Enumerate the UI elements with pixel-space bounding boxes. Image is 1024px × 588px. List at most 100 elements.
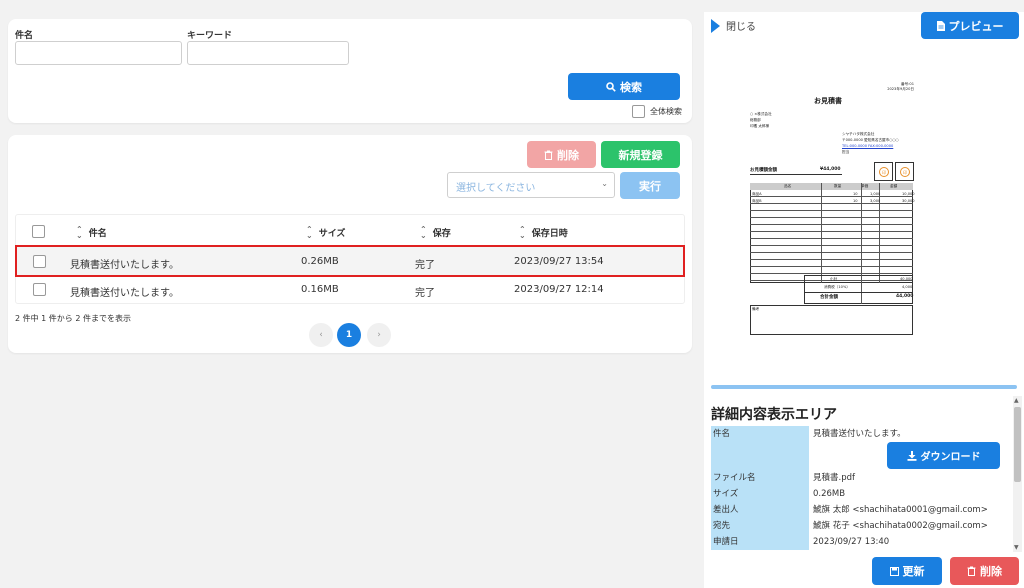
doc-total-label: お見積額金額	[750, 168, 777, 173]
document-preview: 番号:01 2023年9月20日 お見積書 ○ ×株式会社 総務部 印鑑 太郎様…	[732, 74, 922, 346]
save-icon	[889, 566, 899, 576]
doc-col-price: 単価	[861, 184, 869, 188]
table-row[interactable]: 見積書送付いたします。 0.16MB 完了 2023/09/27 12:14	[15, 278, 685, 304]
row-size: 0.16MB	[301, 284, 339, 295]
doc-tax-value: 4,000	[902, 285, 913, 289]
doc-col-amount: 金額	[890, 184, 898, 188]
row-checkbox[interactable]	[33, 255, 46, 268]
doc-grand-label: 合計金額	[820, 295, 838, 300]
row-datetime: 2023/09/27 13:54	[514, 256, 604, 267]
doc-col-item: 品名	[784, 184, 792, 188]
doc-client: ○ ×株式会社	[750, 112, 772, 116]
doc-table-rule	[750, 197, 913, 204]
delete-button-label: 削除	[557, 148, 579, 162]
header-size[interactable]: ⌃ ⌄ サイズ	[306, 224, 345, 240]
scroll-down-icon[interactable]: ▼	[1014, 544, 1019, 551]
new-button[interactable]: 新規登録	[601, 141, 680, 168]
action-select[interactable]: 選択してください ⌄	[447, 172, 615, 198]
search-panel: 件名 キーワード 検索 全体検索	[8, 19, 692, 123]
doc-table-rule	[750, 232, 913, 239]
doc-grand-rule	[804, 292, 913, 293]
detail-key: 件名	[711, 426, 809, 470]
doc-rep: 担当	[842, 150, 850, 154]
doc-company: シヤチハタ株式会社	[842, 132, 875, 136]
detail-value: 鯱旗 太郎 <shachihata0001@gmail.com>	[813, 505, 988, 515]
header-datetime[interactable]: ⌃ ⌄ 保存日時	[519, 224, 568, 240]
header-subject[interactable]: ⌃ ⌄ 件名	[76, 225, 107, 239]
detail-key: サイズ	[711, 486, 809, 502]
detail-scrollbar[interactable]: ▲ ▼	[1013, 396, 1022, 552]
doc-attention: 印鑑 太郎様	[750, 124, 770, 128]
header-status[interactable]: ⌃ ⌄ 保存	[420, 225, 451, 239]
select-all-checkbox[interactable]	[32, 225, 45, 238]
doc-subtotal-label: 小計	[830, 277, 838, 281]
doc-table-rule	[750, 190, 913, 197]
doc-grand-value: 44,000	[896, 294, 914, 299]
pagination-next[interactable]: ›	[367, 323, 391, 347]
doc-totals-divider	[861, 275, 862, 304]
sort-icon: ⌃ ⌄	[519, 224, 526, 240]
update-button-label: 更新	[902, 565, 925, 578]
doc-table-rule	[750, 211, 913, 218]
execute-button-label: 実行	[639, 179, 661, 193]
search-button-label: 検索	[620, 80, 642, 94]
preview-button[interactable]: プレビュー	[921, 12, 1019, 39]
detail-value: 0.26MB	[813, 489, 846, 499]
doc-table-rule	[750, 260, 913, 267]
detail-title: 詳細内容表示エリア	[711, 407, 837, 423]
detail-key: 申請日	[711, 534, 809, 550]
file-icon	[936, 20, 945, 31]
close-panel-button[interactable]: 閉じる	[711, 18, 756, 33]
detail-value: 鯱旗 花子 <shachihata0002@gmail.com>	[813, 521, 988, 531]
row-datetime: 2023/09/27 12:14	[514, 284, 604, 295]
doc-date: 2023年9月20日	[887, 87, 914, 91]
doc-table-rule	[750, 253, 913, 260]
table-row[interactable]: 見積書送付いたします。 0.26MB 完了 2023/09/27 13:54	[15, 245, 685, 277]
keyword-label: キーワード	[187, 31, 233, 41]
detail-row: サイズ 0.26MB	[711, 486, 1013, 502]
panel-delete-button-label: 削除	[980, 565, 1002, 578]
subject-input[interactable]	[15, 41, 182, 65]
detail-value: 見積書送付いたします。	[813, 429, 906, 439]
all-search-checkbox[interactable]	[632, 105, 645, 118]
download-icon	[907, 450, 916, 461]
sort-icon: ⌃ ⌄	[306, 224, 313, 240]
update-button[interactable]: 更新	[872, 557, 942, 585]
keyword-input[interactable]	[187, 41, 349, 65]
download-button-label: ダウンロード	[920, 452, 981, 463]
doc-remarks-label: 備考	[752, 307, 760, 311]
detail-row: 宛先 鯱旗 花子 <shachihata0002@gmail.com>	[711, 518, 1013, 534]
doc-table-rule	[750, 204, 913, 211]
trash-icon	[967, 566, 976, 576]
doc-subtotal-value: 40,000	[900, 277, 913, 281]
subject-label: 件名	[15, 31, 34, 41]
preview-button-label: プレビュー	[948, 19, 1004, 33]
action-select-placeholder: 選択してください	[456, 183, 536, 194]
trash-icon	[544, 150, 553, 160]
all-search-label: 全体検索	[650, 107, 682, 116]
doc-remarks-box	[750, 305, 913, 335]
detail-key: ファイル名	[711, 470, 809, 486]
doc-total-underline	[750, 174, 842, 175]
detail-row: 申請日 2023/09/27 13:40	[711, 534, 1013, 550]
execute-button[interactable]: 実行	[620, 172, 680, 199]
row-checkbox[interactable]	[33, 283, 46, 296]
new-button-label: 新規登録	[618, 148, 663, 162]
row-status: 完了	[415, 288, 435, 299]
delete-button[interactable]: 削除	[527, 141, 596, 168]
chevron-down-icon: ⌄	[601, 179, 608, 188]
doc-title: お見積書	[814, 97, 842, 105]
panel-delete-button[interactable]: 削除	[950, 557, 1019, 585]
detail-row: ファイル名 見積書.pdf	[711, 470, 1013, 486]
scroll-up-icon[interactable]: ▲	[1014, 397, 1019, 404]
pagination-prev[interactable]: ‹	[309, 323, 333, 347]
row-subject: 見積書送付いたします。	[70, 288, 179, 299]
search-button[interactable]: 検索	[568, 73, 680, 100]
doc-table-rule	[750, 246, 913, 253]
doc-table-rule	[750, 267, 913, 274]
pagination-page-1[interactable]: 1	[337, 323, 361, 347]
doc-table-rule	[750, 239, 913, 246]
scrollbar-thumb[interactable]	[1014, 407, 1021, 482]
panel-divider	[711, 385, 1017, 389]
download-button[interactable]: ダウンロード	[887, 442, 1000, 469]
